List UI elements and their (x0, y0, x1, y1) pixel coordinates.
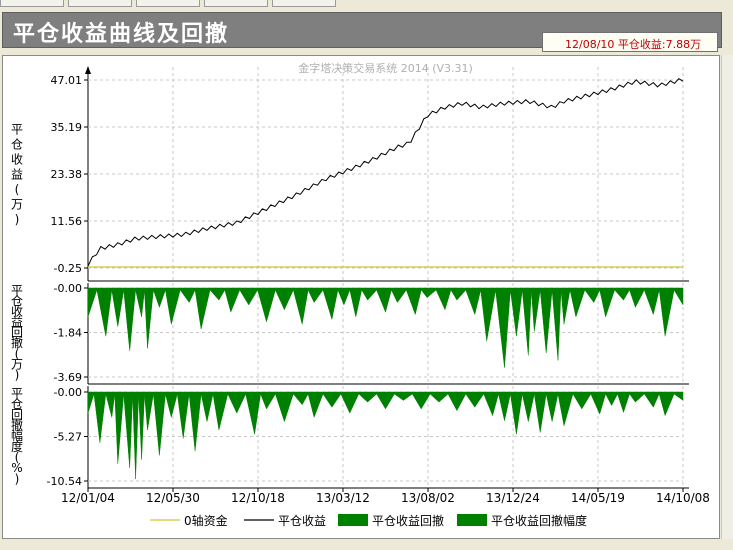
x-tick-label: 12/10/18 (231, 491, 285, 505)
x-tick-label: 13/03/12 (316, 491, 370, 505)
y-tick-label: -3.69 (54, 371, 82, 384)
y-tick-label: -0.00 (54, 282, 82, 295)
y-axis-arrow (85, 66, 91, 74)
x-tick-label: 13/12/24 (486, 491, 540, 505)
legend-label: 平仓收益回撤 (372, 513, 444, 528)
tab-1[interactable] (0, 0, 64, 7)
x-tick-label: 12/01/04 (61, 491, 115, 505)
y-axis-label-char: ( (15, 183, 20, 197)
series-area-drawdown (87, 287, 684, 368)
y-axis-label-char: ) (15, 472, 20, 486)
chart-svg: 47.0135.1923.3811.56-0.25平仓收益(万)-0.00-1.… (11, 61, 710, 528)
y-tick-label: -1.84 (54, 327, 82, 340)
x-tick-label: 14/05/19 (571, 491, 625, 505)
legend-label: 平仓收益回撤幅度 (491, 513, 587, 528)
x-tick-label: 13/08/02 (401, 491, 455, 505)
y-axis-label-char: 收 (11, 153, 23, 167)
y-tick-label: -5.27 (54, 431, 82, 444)
y-axis-label-char: 仓 (11, 138, 23, 152)
y-tick-label: -10.54 (47, 475, 82, 488)
y-axis-label-char: 平 (11, 123, 23, 137)
tab-3[interactable] (136, 0, 200, 7)
series-line-profit (87, 78, 684, 267)
y-tick-label: 23.38 (51, 168, 83, 181)
tab-strip (0, 0, 733, 10)
chart-watermark: 金字塔决策交易系统 2014 (V3.31) (298, 61, 473, 75)
y-tick-label: -0.00 (54, 386, 82, 399)
x-tick-label: 12/05/30 (146, 491, 200, 505)
legend-label: 平仓收益 (278, 514, 326, 528)
y-tick-label: 11.56 (51, 215, 83, 228)
tab-5[interactable] (272, 0, 336, 7)
legend-label: 0轴资金 (184, 513, 228, 528)
legend-swatch-box (338, 514, 368, 526)
panel-title: 平仓收益曲线及回撤 (13, 21, 230, 47)
y-axis-label-char: 益 (11, 168, 23, 182)
series-area-drawdown (87, 391, 684, 480)
y-tick-label: -0.25 (54, 262, 82, 275)
tab-4[interactable] (204, 0, 268, 7)
tab-2[interactable] (68, 0, 132, 7)
scrollbar[interactable] (721, 55, 733, 539)
y-axis-label-char: ) (15, 213, 20, 227)
status-box: 12/08/10 平仓收益:7.88万 (542, 32, 718, 52)
legend-swatch-box (457, 514, 487, 526)
y-tick-label: 35.19 (51, 121, 83, 134)
y-axis-label-char: ) (15, 368, 20, 382)
y-axis-label-char: 万 (11, 198, 23, 212)
chart-panel: 47.01 35.19 23.38 11.56 -0.25 平仓收益(万) -0.00 -1.… (2, 55, 720, 539)
x-tick-label: 14/10/08 (656, 491, 710, 505)
y-tick-label: 47.01 (51, 74, 83, 87)
status-text: 12/08/10 平仓收益:7.88万 (565, 38, 702, 51)
